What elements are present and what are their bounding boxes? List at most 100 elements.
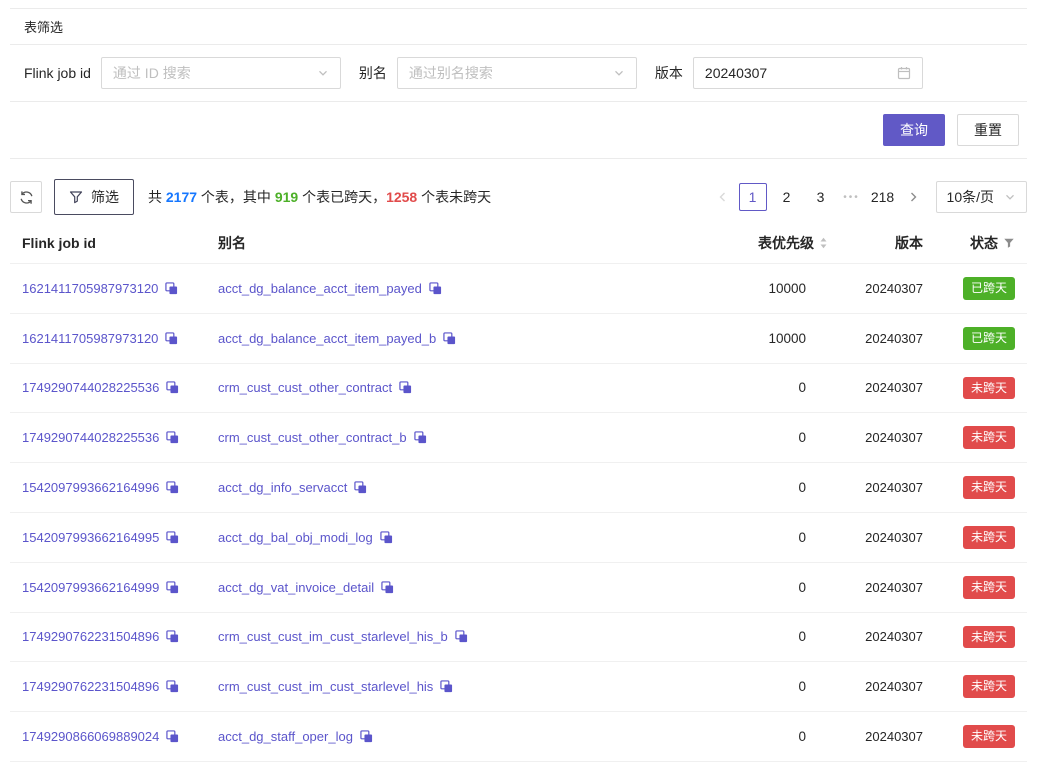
table-toolbar: 筛选 共 2177 个表，其中 919 个表已跨天，1258 个表未跨天 1 2… <box>10 179 1027 215</box>
header-priority[interactable]: 表优先级 <box>690 223 840 264</box>
copy-icon[interactable] <box>354 481 367 494</box>
alias-link[interactable]: crm_cust_cust_im_cust_starlevel_his <box>218 679 433 694</box>
copy-icon[interactable] <box>381 581 394 594</box>
status-cell: 未跨天 <box>935 662 1027 712</box>
status-badge: 未跨天 <box>963 576 1015 599</box>
header-status[interactable]: 状态 <box>935 223 1027 264</box>
flink-job-id-link[interactable]: 1749290762231504896 <box>22 679 159 694</box>
version-cell: 20240307 <box>840 264 935 314</box>
version-date-input[interactable] <box>705 65 897 81</box>
page-size-label: 10条/页 <box>947 187 994 207</box>
copy-icon[interactable] <box>166 630 179 643</box>
status-badge: 未跨天 <box>963 476 1015 499</box>
copy-icon[interactable] <box>165 282 178 295</box>
flink-job-id-cell: 1621411705987973120 <box>10 313 206 363</box>
status-badge: 未跨天 <box>963 377 1015 400</box>
flink-job-id-link[interactable]: 1621411705987973120 <box>22 331 158 346</box>
header-alias: 别名 <box>206 223 690 264</box>
flink-job-id-link[interactable]: 1749290866069889024 <box>22 729 159 744</box>
refresh-button[interactable] <box>10 181 42 213</box>
copy-icon[interactable] <box>165 332 178 345</box>
flink-job-id-cell: 1542097993662164999 <box>10 562 206 612</box>
version-cell: 20240307 <box>840 562 935 612</box>
copy-icon[interactable] <box>429 282 442 295</box>
copy-icon[interactable] <box>166 581 179 594</box>
alias-link[interactable]: acct_dg_balance_acct_item_payed <box>218 281 422 296</box>
copy-icon[interactable] <box>455 630 468 643</box>
copy-icon[interactable] <box>166 481 179 494</box>
page-number-1[interactable]: 1 <box>739 183 767 211</box>
filter-toggle-button[interactable]: 筛选 <box>54 179 134 215</box>
copy-icon[interactable] <box>166 381 179 394</box>
copy-icon[interactable] <box>443 332 456 345</box>
priority-cell: 0 <box>690 512 840 562</box>
next-page-button[interactable] <box>900 183 926 211</box>
page-ellipsis[interactable]: ••• <box>838 192 866 203</box>
priority-cell: 0 <box>690 612 840 662</box>
alias-cell: crm_cust_cust_other_contract_b <box>206 413 690 463</box>
flink-job-id-link[interactable]: 1749290744028225536 <box>22 380 159 395</box>
chevron-right-icon <box>907 191 919 203</box>
alias-select[interactable] <box>397 57 637 89</box>
header-version: 版本 <box>840 223 935 264</box>
flink-job-id-field: Flink job id <box>24 57 341 89</box>
refresh-icon <box>19 190 34 205</box>
funnel-icon <box>69 190 83 204</box>
copy-icon[interactable] <box>166 680 179 693</box>
alias-cell: crm_cust_cust_im_cust_starlevel_his_b <box>206 612 690 662</box>
alias-link[interactable]: acct_dg_bal_obj_modi_log <box>218 530 373 545</box>
alias-link[interactable]: crm_cust_cust_im_cust_starlevel_his_b <box>218 629 448 644</box>
table-row: 1542097993662164996 acct_dg_info_servacc… <box>10 463 1027 513</box>
status-badge: 已跨天 <box>963 327 1015 350</box>
flink-job-id-link[interactable]: 1749290762231504896 <box>22 629 159 644</box>
flink-job-id-link[interactable]: 1542097993662164996 <box>22 480 159 495</box>
copy-icon[interactable] <box>380 531 393 544</box>
status-cell: 未跨天 <box>935 363 1027 413</box>
copy-icon[interactable] <box>440 680 453 693</box>
table-body: 1621411705987973120 acct_dg_balance_acct… <box>10 264 1027 762</box>
alias-cell: acct_dg_info_servacct <box>206 463 690 513</box>
alias-link[interactable]: acct_dg_staff_oper_log <box>218 729 353 744</box>
uncrossed-count: 1258 <box>386 189 417 205</box>
sort-icon[interactable] <box>819 236 828 250</box>
alias-link[interactable]: crm_cust_cust_other_contract <box>218 380 392 395</box>
table-summary: 共 2177 个表，其中 919 个表已跨天，1258 个表未跨天 <box>148 187 491 207</box>
flink-job-id-link[interactable]: 1621411705987973120 <box>22 281 158 296</box>
page-number-last[interactable]: 218 <box>869 183 897 211</box>
status-cell: 未跨天 <box>935 413 1027 463</box>
query-button[interactable]: 查询 <box>883 114 945 146</box>
alias-cell: acct_dg_vat_invoice_detail <box>206 562 690 612</box>
flink-job-id-input[interactable] <box>113 65 317 81</box>
filter-funnel-icon[interactable] <box>1003 237 1015 249</box>
page-number-3[interactable]: 3 <box>807 183 835 211</box>
filter-card: 表筛选 Flink job id 别名 版本 <box>10 8 1027 159</box>
copy-icon[interactable] <box>399 381 412 394</box>
copy-icon[interactable] <box>360 730 373 743</box>
flink-job-id-select[interactable] <box>101 57 341 89</box>
page-size-select[interactable]: 10条/页 <box>936 181 1027 213</box>
page-number-2[interactable]: 2 <box>773 183 801 211</box>
chevron-down-icon <box>1004 191 1016 203</box>
version-cell: 20240307 <box>840 363 935 413</box>
alias-cell: crm_cust_cust_other_contract <box>206 363 690 413</box>
alias-link[interactable]: crm_cust_cust_other_contract_b <box>218 430 407 445</box>
flink-job-id-cell: 1542097993662164995 <box>10 512 206 562</box>
copy-icon[interactable] <box>166 431 179 444</box>
flink-job-id-link[interactable]: 1542097993662164995 <box>22 530 159 545</box>
alias-link[interactable]: acct_dg_info_servacct <box>218 480 347 495</box>
version-date-picker[interactable] <box>693 57 923 89</box>
version-cell: 20240307 <box>840 612 935 662</box>
table-header-row: Flink job id 别名 表优先级 版本 <box>10 223 1027 264</box>
copy-icon[interactable] <box>166 531 179 544</box>
flink-job-id-link[interactable]: 1749290744028225536 <box>22 430 159 445</box>
reset-button[interactable]: 重置 <box>957 114 1019 146</box>
copy-icon[interactable] <box>166 730 179 743</box>
flink-job-id-link[interactable]: 1542097993662164999 <box>22 580 159 595</box>
copy-icon[interactable] <box>414 431 427 444</box>
alias-input[interactable] <box>409 65 613 81</box>
prev-page-button[interactable] <box>710 183 736 211</box>
alias-link[interactable]: acct_dg_vat_invoice_detail <box>218 580 374 595</box>
alias-link[interactable]: acct_dg_balance_acct_item_payed_b <box>218 331 436 346</box>
status-cell: 未跨天 <box>935 562 1027 612</box>
priority-cell: 10000 <box>690 313 840 363</box>
